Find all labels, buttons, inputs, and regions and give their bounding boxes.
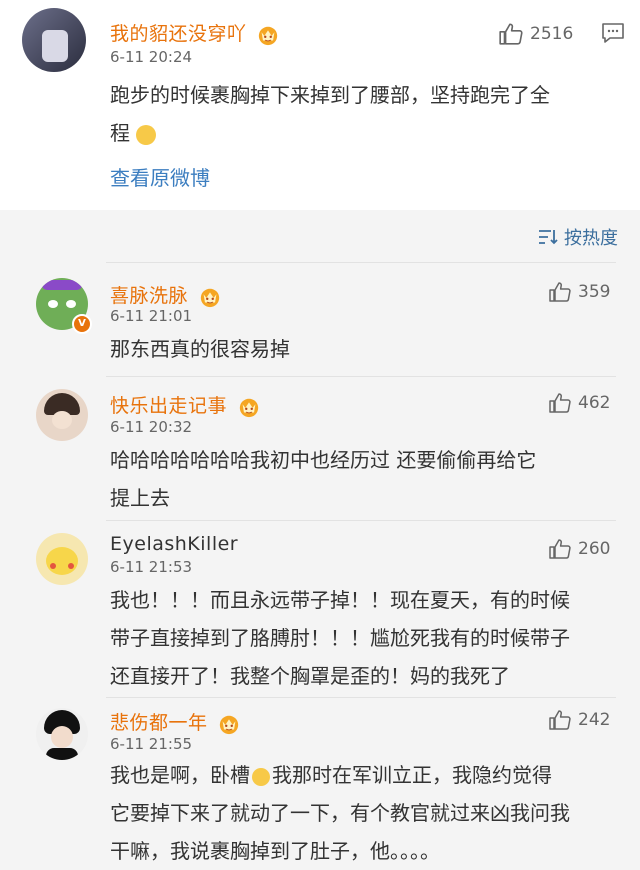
like-button[interactable]: 2516 [498, 21, 573, 47]
like-button[interactable]: 359 [548, 280, 610, 304]
comment-item: 快乐出走记事 6-11 20:32 462 哈哈哈哈哈哈哈我初中也经历过 还要偷… [0, 377, 640, 520]
comment-username[interactable]: 喜脉洗脉 [110, 281, 221, 308]
username[interactable]: 我的貂还没穿吖 [110, 19, 279, 46]
like-button[interactable]: 462 [548, 391, 610, 415]
like-count: 260 [578, 539, 611, 559]
post-text-line: 跑步的时候裹胸掉下来掉到了腰部，坚持跑完了全 [110, 83, 550, 107]
comment-text-line: 那东西真的很容易掉 [110, 337, 290, 361]
post-text-line-2: 程 [110, 114, 630, 152]
thumbs-up-icon [548, 280, 572, 304]
comment-text-line: 还直接开了！我整个胸罩是歪的！妈的我死了 [110, 664, 510, 688]
comment-text-line: 它要掉下来了就动了一下，有个教官就过来凶我问我 [110, 801, 570, 825]
comment-username-text[interactable]: 悲伤都一年 [110, 712, 208, 734]
comment-icon[interactable] [601, 22, 625, 44]
like-button[interactable]: 260 [548, 537, 610, 561]
comment-text: 我也！！！而且永远带子掉！！现在夏天，有的时候 带子直接掉到了胳膊肘！！！尴尬死… [110, 581, 570, 695]
comment-item: 悲伤都一年 6-11 21:55 242 我也是啊，卧槽 我那时在军训立正，我隐约… [0, 698, 640, 868]
sort-bar: 按热度 [0, 210, 640, 264]
sort-icon [539, 230, 558, 245]
comment-username-text[interactable]: EyelashKiller [110, 533, 238, 555]
divider [106, 262, 616, 263]
comment-username-text[interactable]: 快乐出走记事 [110, 395, 227, 417]
main-post: 我的貂还没穿吖 6-11 20:24 2516 跑步的时候裹胸掉下来掉到了腰部，… [0, 0, 640, 210]
comment-text: 那东西真的很容易掉 [110, 330, 290, 368]
sort-button[interactable]: 按热度 [538, 224, 618, 250]
comment-text-line: 我也是啊，卧槽 我那时在军训立正，我隐约觉得 [110, 763, 552, 787]
comment-time: 6-11 21:01 [110, 307, 193, 325]
comment-time: 6-11 20:32 [110, 418, 193, 436]
thumbs-up-icon [548, 708, 572, 732]
comment-item: V 喜脉洗脉 6-11 21:01 359 那东西真的很容易掉 [0, 264, 640, 376]
view-original-link[interactable]: 查看原微博 [110, 162, 210, 191]
comment-username[interactable]: 悲伤都一年 [110, 708, 240, 735]
like-count: 2516 [530, 24, 574, 44]
like-count: 359 [578, 282, 611, 302]
comment-username-text[interactable]: 喜脉洗脉 [110, 285, 188, 307]
sweat-emoji-icon [252, 767, 270, 786]
verified-badge-icon: V [72, 314, 92, 334]
avatar[interactable] [22, 8, 86, 72]
comment-time: 6-11 21:55 [110, 735, 193, 753]
comment-text-line: 提上去 [110, 486, 170, 510]
comment-text-line: 哈哈哈哈哈哈哈我初中也经历过 还要偷偷再给它 [110, 448, 537, 472]
comment-text-line: 我也！！！而且永远带子掉！！现在夏天，有的时候 [110, 588, 570, 612]
avatar[interactable] [36, 708, 88, 760]
comment-item: EyelashKiller 6-11 21:53 260 我也！！！而且永远带子… [0, 521, 640, 698]
post-time: 6-11 20:24 [110, 48, 193, 66]
vip-crown-icon [238, 396, 260, 418]
comment-time: 6-11 21:53 [110, 558, 193, 576]
thumbs-up-icon [548, 537, 572, 561]
like-count: 242 [578, 710, 611, 730]
comment-text: 哈哈哈哈哈哈哈我初中也经历过 还要偷偷再给它 提上去 [110, 441, 536, 517]
avatar[interactable] [36, 389, 88, 441]
comment-text-line: 带子直接掉到了胳膊肘！！！尴尬死我有的时候带子 [110, 626, 570, 650]
vip-crown-icon [199, 286, 221, 308]
username-text[interactable]: 我的貂还没穿吖 [110, 23, 247, 45]
comment-text: 我也是啊，卧槽 我那时在军训立正，我隐约觉得 它要掉下来了就动了一下，有个教官就过… [110, 756, 570, 870]
like-count: 462 [578, 393, 611, 413]
like-button[interactable]: 242 [548, 708, 610, 732]
comment-text-line: 干嘛，我说裹胸掉到了肚子，他。。。。 [110, 839, 440, 863]
vip-crown-icon [218, 713, 240, 735]
comment-username[interactable]: EyelashKiller [110, 533, 238, 555]
thumbs-up-icon [498, 21, 524, 47]
thumbs-up-icon [548, 391, 572, 415]
post-text: 跑步的时候裹胸掉下来掉到了腰部，坚持跑完了全 程 [110, 76, 630, 152]
avatar[interactable] [36, 533, 88, 585]
comment-username[interactable]: 快乐出走记事 [110, 391, 260, 418]
sweat-emoji-icon [136, 124, 156, 145]
vip-crown-icon [257, 24, 279, 46]
sort-label: 按热度 [564, 228, 618, 249]
